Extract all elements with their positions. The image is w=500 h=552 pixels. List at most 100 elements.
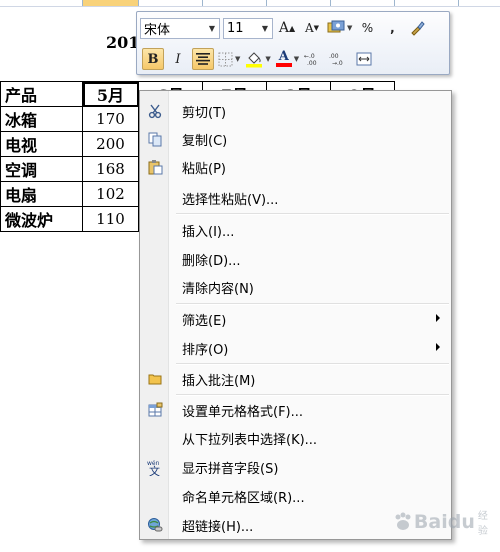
menu-item-label: 删除(D)... bbox=[182, 253, 241, 269]
submenu-arrow-icon bbox=[436, 343, 440, 351]
paste-icon bbox=[141, 153, 169, 181]
header-cell-may[interactable]: 5月 bbox=[82, 81, 139, 107]
menu-item-label: 粘贴(P) bbox=[182, 161, 226, 177]
baidu-paw-icon bbox=[395, 512, 411, 530]
menu-item-label: 剪切(T) bbox=[182, 105, 227, 121]
header-cell-product[interactable]: 产品 bbox=[0, 81, 83, 107]
format-painter-icon bbox=[411, 21, 426, 36]
font-name-combo[interactable]: 宋体 ▼ bbox=[140, 17, 220, 39]
borders-button[interactable]: ▼ bbox=[217, 48, 241, 70]
font-color-button[interactable]: A ▼ bbox=[275, 48, 300, 70]
increase-decimal-button[interactable]: ←.0 .00 bbox=[303, 48, 325, 70]
menu-item-label: 超链接(H)... bbox=[182, 519, 254, 535]
watermark-brand: Baidu bbox=[413, 511, 475, 533]
font-name-value: 宋体 bbox=[144, 22, 171, 38]
percent-style-button[interactable]: % bbox=[356, 17, 378, 39]
decrease-decimal-button[interactable]: .00 →.0 bbox=[328, 48, 350, 70]
chevron-down-icon[interactable]: ▼ bbox=[205, 24, 219, 33]
menu-item-paste[interactable]: 粘贴(P) bbox=[141, 153, 450, 181]
chevron-down-icon[interactable]: ▼ bbox=[265, 55, 270, 63]
cell-may[interactable]: 110 bbox=[82, 206, 139, 232]
comma-label: , bbox=[390, 21, 395, 35]
baidu-watermark: Baidu 经验 bbox=[392, 500, 496, 544]
menu-item-format-cells[interactable]: 设置单元格格式(F)... bbox=[141, 396, 450, 424]
menu-item-label: 排序(O) bbox=[182, 342, 229, 358]
hyperlink-icon bbox=[141, 511, 169, 539]
mini-toolbar-row-2: B I ▼ ▼ A ▼ ←.0 .00 .00 →.0 bbox=[139, 46, 375, 72]
chevron-down-icon[interactable]: ▼ bbox=[294, 55, 299, 63]
fill-color-icon bbox=[246, 52, 263, 68]
chevron-down-icon[interactable]: ▼ bbox=[258, 24, 272, 33]
italic-label: I bbox=[175, 51, 181, 67]
menu-item-label: 从下拉列表中选择(K)... bbox=[182, 432, 318, 448]
cell-product[interactable]: 电视 bbox=[0, 131, 83, 157]
cell-may[interactable]: 200 bbox=[82, 131, 139, 157]
menu-item-sort[interactable]: 排序(O) bbox=[141, 334, 450, 362]
svg-text:←.0: ←.0 bbox=[304, 53, 315, 60]
menu-item-label: 设置单元格格式(F)... bbox=[182, 404, 304, 420]
cell-product[interactable]: 微波炉 bbox=[0, 206, 83, 232]
grow-font-button[interactable]: A ▲ bbox=[276, 17, 298, 39]
merge-center-button[interactable] bbox=[353, 48, 375, 70]
cell-product[interactable]: 冰箱 bbox=[0, 106, 83, 132]
menu-item-label: 插入(I)... bbox=[182, 224, 235, 240]
mini-toolbar: 宋体 ▼ 11 ▼ A ▲ A ▼ ▼ % , B I ▼ ▼ A ▼ ←.0 … bbox=[136, 11, 450, 75]
menu-item-insert[interactable]: 插入(I)... bbox=[141, 216, 450, 244]
comma-style-button[interactable]: , bbox=[381, 17, 403, 39]
menu-item-filter[interactable]: 筛选(E) bbox=[141, 305, 450, 333]
cell-product[interactable]: 空调 bbox=[0, 156, 83, 182]
menu-item-clear-contents[interactable]: 清除内容(N) bbox=[141, 273, 450, 301]
phonetic-icon: wén 文 bbox=[141, 453, 169, 481]
svg-text:→.0: →.0 bbox=[332, 60, 343, 66]
align-center-button[interactable] bbox=[192, 48, 214, 70]
font-color-swatch bbox=[275, 63, 292, 67]
bold-label: B bbox=[147, 51, 159, 67]
submenu-arrow-icon bbox=[436, 314, 440, 322]
format-painter-button[interactable] bbox=[406, 17, 428, 39]
cell-may[interactable]: 168 bbox=[82, 156, 139, 182]
font-size-combo[interactable]: 11 ▼ bbox=[223, 17, 273, 39]
borders-icon bbox=[218, 52, 233, 66]
cell-may[interactable]: 170 bbox=[82, 106, 139, 132]
align-center-icon bbox=[196, 53, 210, 65]
cell-may[interactable]: 102 bbox=[82, 181, 139, 207]
grow-font-label: A bbox=[278, 20, 289, 36]
copy-icon bbox=[141, 125, 169, 153]
mini-toolbar-row-1: 宋体 ▼ 11 ▼ A ▲ A ▼ ▼ % , bbox=[139, 15, 428, 41]
accounting-format-button[interactable]: ▼ bbox=[326, 17, 353, 39]
menu-item-show-phonetic[interactable]: wén 文 显示拼音字段(S) bbox=[141, 453, 450, 481]
svg-text:文: 文 bbox=[149, 464, 160, 476]
format-cells-icon bbox=[141, 396, 169, 424]
sheet-title: 201 bbox=[106, 33, 140, 52]
excel-window: 201 产品 5月 6月 7月 8月 9月 冰箱 170 0 电视 200 0 … bbox=[0, 0, 500, 552]
menu-item-label: 筛选(E) bbox=[182, 313, 227, 329]
shrink-font-button[interactable]: A ▼ bbox=[301, 17, 323, 39]
menu-item-insert-comment[interactable]: 插入批注(M) bbox=[141, 365, 450, 393]
context-menu: 剪切(T) 复制(C) 粘贴(P) 选择性粘贴(V)... 插入(I)... 删… bbox=[139, 90, 452, 540]
fill-color-button[interactable]: ▼ bbox=[244, 48, 271, 70]
merge-center-icon bbox=[356, 52, 372, 66]
menu-item-label: 显示拼音字段(S) bbox=[182, 461, 279, 477]
font-color-label: A bbox=[278, 49, 289, 64]
selected-column-header[interactable] bbox=[82, 0, 138, 6]
menu-item-delete[interactable]: 删除(D)... bbox=[141, 245, 450, 273]
bold-button[interactable]: B bbox=[142, 48, 164, 70]
cell-product[interactable]: 电扇 bbox=[0, 181, 83, 207]
menu-item-paste-special[interactable]: 选择性粘贴(V)... bbox=[141, 184, 450, 212]
increase-decimal-icon: ←.0 .00 bbox=[304, 53, 317, 66]
menu-item-copy[interactable]: 复制(C) bbox=[141, 125, 450, 153]
menu-separator bbox=[176, 213, 449, 215]
italic-button[interactable]: I bbox=[167, 48, 189, 70]
menu-item-cut[interactable]: 剪切(T) bbox=[141, 97, 450, 125]
shrink-font-label: A bbox=[304, 21, 314, 35]
chevron-down-icon[interactable]: ▼ bbox=[235, 55, 240, 63]
percent-label: % bbox=[361, 21, 374, 35]
menu-item-pick-from-list[interactable]: 从下拉列表中选择(K)... bbox=[141, 424, 450, 452]
accounting-format-icon bbox=[327, 20, 345, 33]
menu-item-label: 选择性粘贴(V)... bbox=[182, 192, 279, 208]
menu-item-label: 插入批注(M) bbox=[182, 373, 256, 389]
chevron-down-icon[interactable]: ▼ bbox=[347, 24, 352, 32]
menu-item-label: 清除内容(N) bbox=[182, 281, 254, 297]
watermark-sub: 经验 bbox=[477, 511, 488, 537]
scissors-icon bbox=[141, 97, 169, 125]
